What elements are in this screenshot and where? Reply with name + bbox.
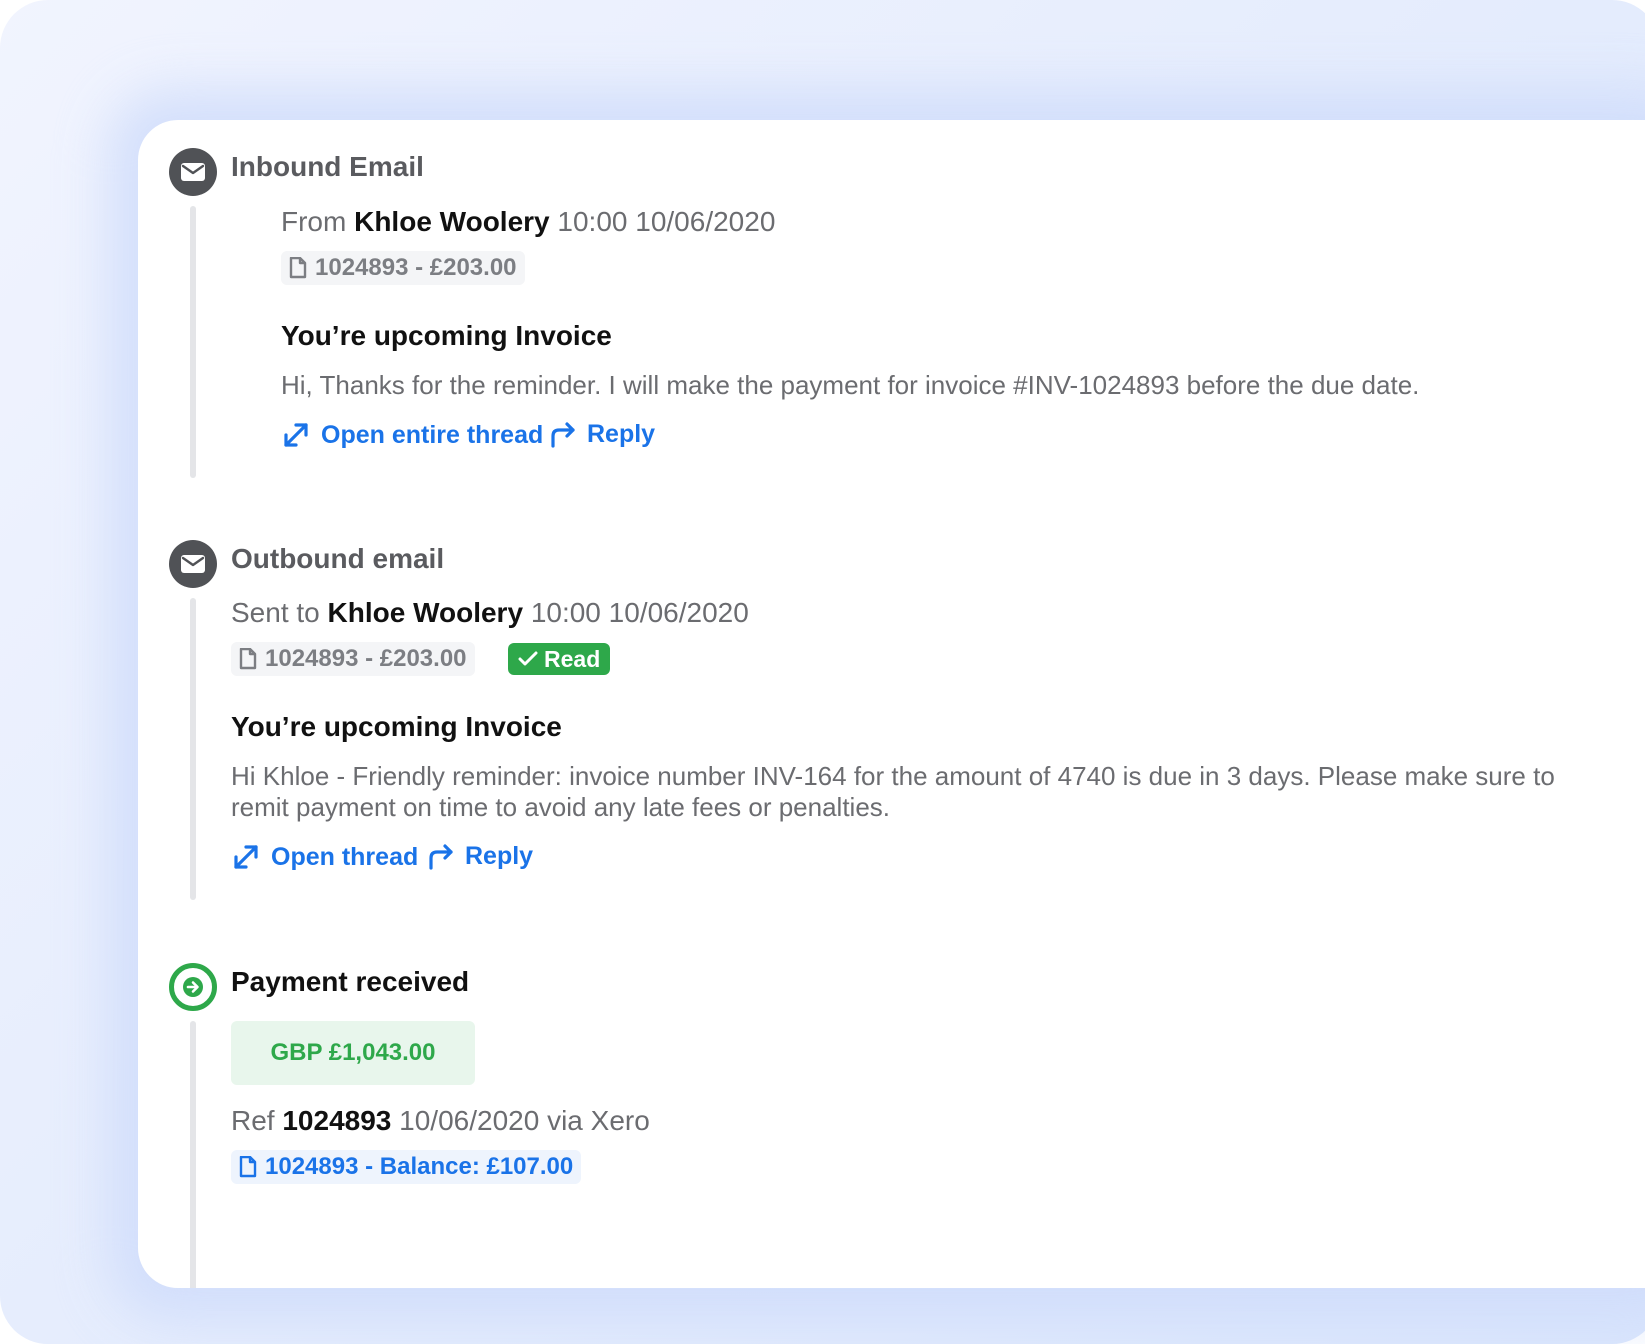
payment-amount-box: GBP £1,043.00 [231,1021,475,1085]
invoice-chip[interactable]: 1024893 - £203.00 [281,251,525,285]
email-body-line-2: remit payment on time to avoid any late … [231,792,891,822]
event-title-outbound: Outbound email [231,543,445,574]
document-icon [239,648,257,670]
reply-label: Reply [587,420,656,448]
reply-arrow-icon [551,421,575,448]
activity-timeline-card: Inbound Email From Khloe Woolery 10:00 1… [138,120,1645,1288]
invoice-chip[interactable]: 1024893 - £203.00 [231,642,475,676]
open-entire-thread-link[interactable]: Open entire thread [281,420,543,450]
ref-number: 1024893 [282,1105,392,1136]
envelope-icon [169,540,217,588]
document-icon [289,257,307,279]
arrow-right-circle-icon [169,963,217,1011]
payment-ref-line: Ref 1024893 10/06/2020 via Xero [231,1105,650,1137]
document-icon [239,1156,257,1178]
email-meta-line: From Khloe Woolery 10:00 10/06/2020 [281,206,775,238]
checkmark-icon [518,651,538,666]
open-thread-label: Open thread [271,842,419,871]
timeline-line [190,206,196,478]
open-thread-link[interactable]: Open thread [231,842,418,872]
email-body: Hi, Thanks for the reminder. I will make… [281,370,1420,400]
email-subject: You’re upcoming Invoice [231,711,562,742]
event-title-payment: Payment received [231,966,470,997]
status-badge-label: Read [544,645,601,672]
reply-label: Reply [465,842,534,870]
reply-arrow-icon [429,843,453,870]
email-datetime: 10:00 10/06/2020 [530,597,749,628]
ref-details: 10/06/2020 via Xero [399,1105,650,1136]
status-badge-read: Read [508,643,611,675]
from-label: From [281,206,347,237]
invoice-chip-label: 1024893 - £203.00 [265,645,467,672]
email-body-line-1: Hi Khloe - Friendly reminder: invoice nu… [231,761,1555,791]
timeline-line [190,598,196,900]
reply-link[interactable]: Reply [427,842,533,871]
balance-chip-label: 1024893 - Balance: £107.00 [265,1153,574,1180]
contact-name[interactable]: Khloe Woolery [354,206,550,237]
payment-amount: GBP £1,043.00 [270,1039,436,1066]
open-entire-thread-label: Open entire thread [321,420,544,449]
balance-chip[interactable]: 1024893 - Balance: £107.00 [231,1150,582,1184]
event-title-inbound: Inbound Email [231,151,424,182]
contact-name[interactable]: Khloe Woolery [328,597,524,628]
email-meta-line: Sent to Khloe Woolery 10:00 10/06/2020 [231,597,749,629]
sent-to-label: Sent to [231,597,320,628]
reply-link[interactable]: Reply [549,420,655,449]
expand-icon [284,423,308,447]
invoice-chip-label: 1024893 - £203.00 [315,254,517,281]
timeline-line [190,1021,196,1288]
email-subject: You’re upcoming Invoice [281,320,612,351]
expand-icon [234,845,258,869]
email-datetime: 10:00 10/06/2020 [557,206,776,237]
envelope-icon [169,148,217,196]
ref-label: Ref [231,1105,275,1136]
